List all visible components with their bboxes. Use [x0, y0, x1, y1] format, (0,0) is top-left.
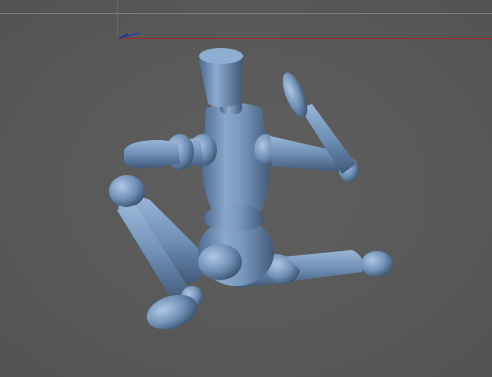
head[interactable]	[199, 48, 243, 114]
left-leg[interactable]	[109, 175, 212, 335]
3d-viewport[interactable]	[0, 0, 492, 377]
right-arm[interactable]	[254, 69, 359, 182]
torso[interactable]	[202, 103, 270, 232]
origin-gizmo	[119, 32, 141, 39]
left-arm[interactable]	[124, 134, 217, 170]
scene-canvas[interactable]	[0, 0, 492, 377]
